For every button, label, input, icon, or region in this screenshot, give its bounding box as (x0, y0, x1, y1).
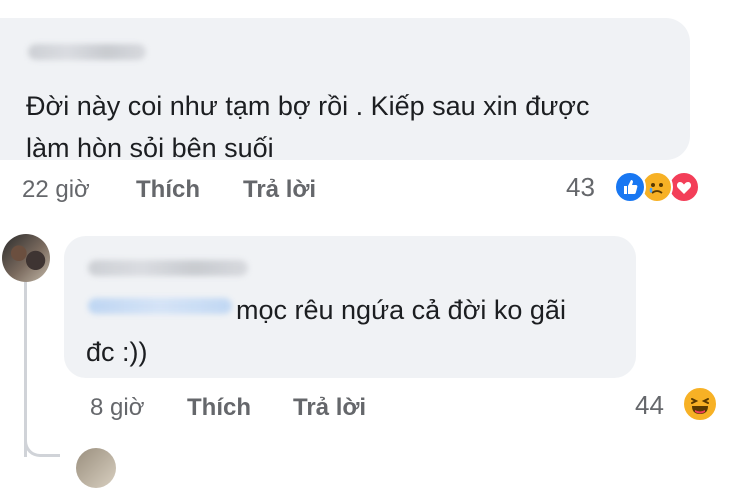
blurred-author-name[interactable] (28, 44, 146, 60)
reaction-count[interactable]: 43 (566, 172, 595, 203)
like-button-label: Thích (187, 394, 251, 421)
reply-button-label: Trả lời (243, 176, 317, 203)
blurred-author-name[interactable] (88, 260, 248, 276)
like-button[interactable]: Thích (187, 394, 251, 422)
comment-timestamp[interactable]: 22 giờ (22, 176, 90, 204)
reply-thread-branch (24, 420, 60, 457)
comment-text-line: Đời này coi như tạm bợ rồi . Kiếp sau xi… (26, 91, 590, 121)
comment-bubble-1: Đời này coi như tạm bợ rồi . Kiếp sau xi… (0, 18, 690, 163)
like-button[interactable]: Thích (136, 176, 200, 204)
reply-button-label: Trả lời (293, 394, 367, 421)
haha-icon (682, 386, 718, 422)
avatar[interactable] (2, 234, 50, 282)
avatar[interactable] (76, 448, 116, 488)
blurred-mention-tag[interactable] (88, 298, 232, 314)
comment-timestamp[interactable]: 8 giờ (90, 394, 144, 422)
reaction-count[interactable]: 44 (635, 390, 664, 421)
comment-text-line: đc :)) (86, 337, 148, 367)
reply-bubble: mọc rêu ngứa cả đời ko gãi đc :)) (64, 236, 636, 378)
like-icon (614, 171, 646, 203)
reply-button[interactable]: Trả lời (293, 394, 366, 422)
reply-button[interactable]: Trả lời (243, 176, 316, 204)
comment-text-line: làm hòn sỏi bên suối (26, 133, 274, 163)
comment-text-line: mọc rêu ngứa cả đời ko gãi (236, 295, 566, 325)
like-button-label: Thích (136, 176, 200, 203)
